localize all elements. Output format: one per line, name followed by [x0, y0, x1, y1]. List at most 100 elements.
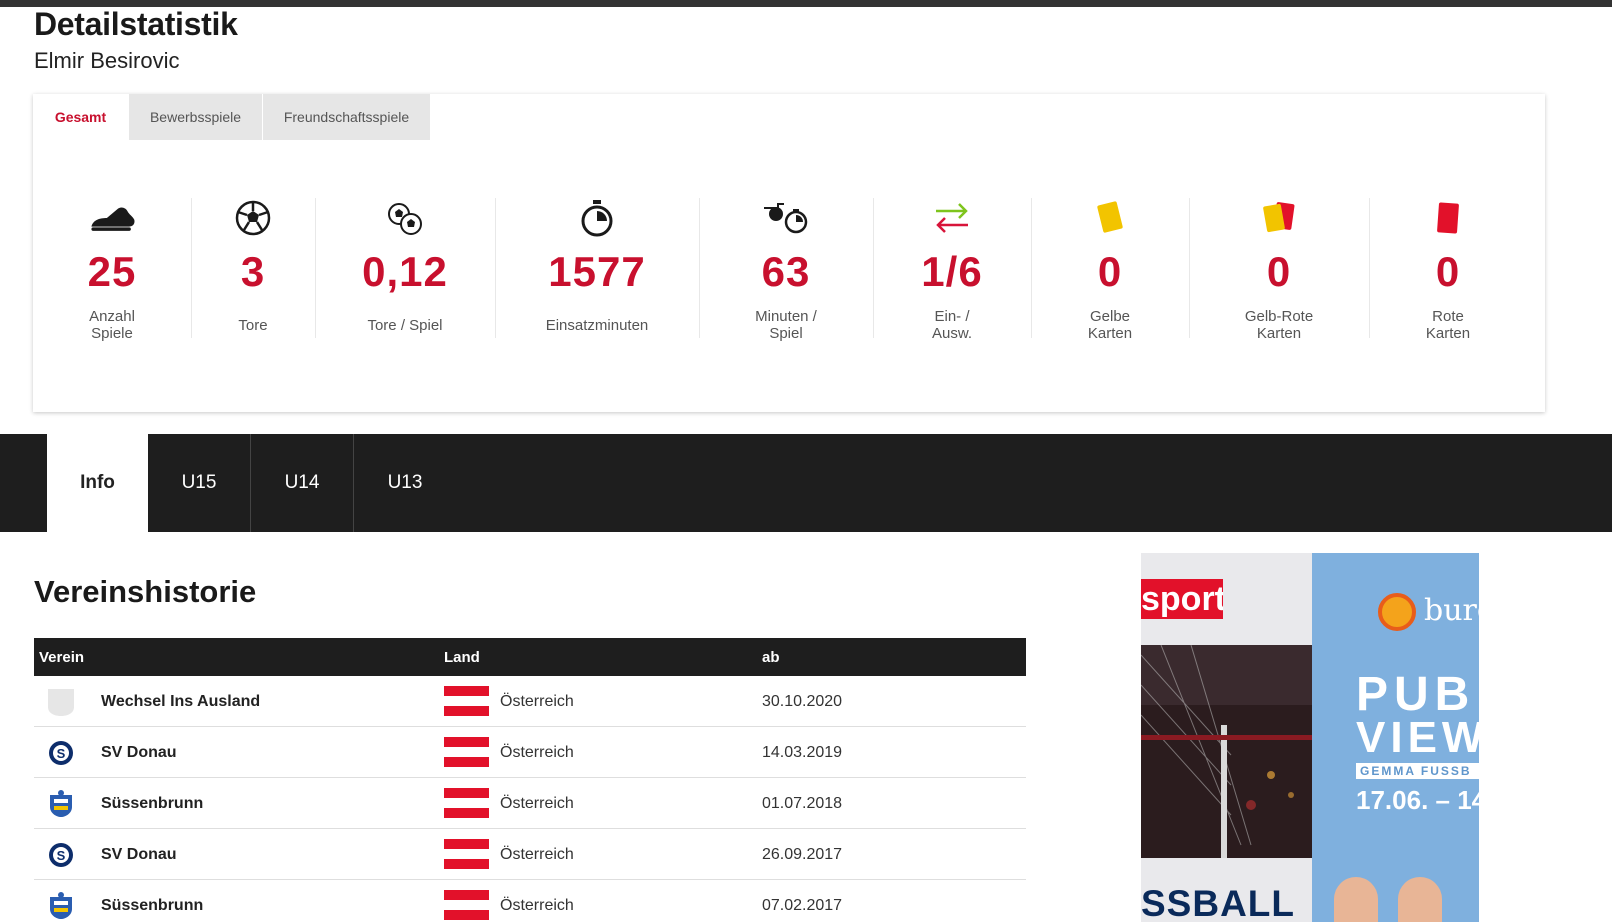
tab-bewerbsspiele[interactable]: Bewerbsspiele	[129, 94, 263, 140]
stat-yellow-red-cards: 0 Gelb-Rote Karten	[1189, 186, 1369, 356]
club-name[interactable]: Süssenbrunn	[101, 795, 203, 813]
table-row[interactable]: S SV Donau Österreich 14.03.2019	[34, 727, 1026, 778]
ball-icon	[229, 196, 277, 240]
stat-minutes-per-game: 63 Minuten / Spiel	[699, 186, 873, 356]
tab-u14[interactable]: U14	[251, 434, 353, 532]
ad-dates: 17.06. – 14	[1356, 785, 1479, 815]
join-date: 14.03.2019	[762, 744, 843, 761]
player-name: Elmir Besirovic	[34, 48, 180, 73]
stat-label: Tore / Spiel	[367, 317, 443, 334]
stat-value: 3	[240, 248, 266, 295]
blank-crest-icon	[46, 687, 76, 717]
sun-logo-icon	[1378, 593, 1416, 631]
svg-text:S: S	[57, 848, 66, 863]
austria-flag-icon	[444, 788, 489, 818]
stats-row: 25 Anzahl Spiele 3 Tore 0,12 Tore / Spie…	[33, 186, 1545, 356]
tab-u15[interactable]: U15	[148, 434, 250, 532]
country-name: Österreich	[500, 744, 574, 761]
section-title: Vereinshistorie	[34, 574, 257, 609]
stat-value: 25	[87, 248, 137, 295]
country-name: Österreich	[500, 897, 574, 914]
stat-minutes: 1577 Einsatzminuten	[495, 186, 699, 356]
club-name[interactable]: Wechsel Ins Ausland	[101, 693, 260, 711]
ad-bottom-text: SSBALL	[1141, 883, 1295, 922]
sv-donau-crest-icon: S	[46, 738, 76, 768]
stat-value: 63	[761, 248, 811, 295]
tab-info[interactable]: Info	[47, 434, 148, 532]
stat-games: 25 Anzahl Spiele	[33, 186, 191, 356]
stat-goals: 3 Tore	[191, 186, 315, 356]
ad-brand-label: sport	[1141, 579, 1223, 619]
player-nav: Info U15 U14 U13	[0, 434, 1612, 532]
stat-red-cards: 0 Rote Karten	[1369, 186, 1527, 356]
austria-flag-icon	[444, 839, 489, 869]
ad-left-panel: sport SSBALL	[1141, 553, 1312, 922]
suessenbrunn-crest-icon	[46, 891, 76, 921]
column-header-date: ab	[762, 649, 780, 666]
stats-tabs: Gesamt Bewerbsspiele Freundschaftsspiele	[33, 94, 431, 140]
ad-right-panel: burg PUB VIEW GEMMA FUSSB 17.06. – 14	[1312, 553, 1479, 922]
balls-icon	[381, 196, 429, 240]
red-card-icon	[1424, 196, 1472, 240]
stat-label: Tore	[238, 317, 268, 334]
table-row[interactable]: Süssenbrunn Österreich 01.07.2018	[34, 778, 1026, 829]
boot-icon	[88, 196, 136, 240]
join-date: 01.07.2018	[762, 795, 843, 812]
svg-text:S: S	[57, 746, 66, 761]
person-photo	[1398, 877, 1442, 922]
austria-flag-icon	[444, 686, 489, 716]
stat-label: Rote Karten	[1425, 308, 1471, 342]
ad-headline-2: VIEW	[1356, 713, 1479, 762]
stat-value: 0	[1435, 248, 1461, 295]
tab-gesamt[interactable]: Gesamt	[33, 94, 129, 140]
suessenbrunn-crest-icon	[46, 789, 76, 819]
country-name: Österreich	[500, 795, 574, 812]
stat-value: 0,12	[362, 248, 448, 295]
table-row[interactable]: S SV Donau Österreich 26.09.2017	[34, 829, 1026, 880]
table-header: Verein Land ab	[34, 638, 1026, 676]
stat-label: Anzahl Spiele	[89, 308, 135, 342]
stat-label: Einsatzminuten	[545, 317, 649, 334]
stat-value: 0	[1266, 248, 1292, 295]
tab-freundschaftsspiele[interactable]: Freundschaftsspiele	[263, 94, 431, 140]
person-photo	[1334, 877, 1378, 922]
ad-tagline: GEMMA FUSSB	[1356, 763, 1479, 779]
column-header-club: Verein	[39, 649, 85, 666]
country-name: Österreich	[500, 846, 574, 863]
table-row[interactable]: Wechsel Ins Ausland Österreich 30.10.202…	[34, 676, 1026, 727]
stadium-image	[1141, 645, 1312, 858]
yellow-card-icon	[1086, 196, 1134, 240]
stat-value: 1/6	[921, 248, 983, 295]
stat-value: 0	[1097, 248, 1123, 295]
country-name: Österreich	[500, 693, 574, 710]
ad-brand-name: burg	[1424, 593, 1479, 628]
stat-value: 1577	[548, 248, 646, 295]
whistle-stopwatch-icon	[762, 196, 810, 240]
substitution-arrows-icon	[928, 196, 976, 240]
club-history-table: Verein Land ab Wechsel Ins Ausland Öster…	[34, 638, 1026, 922]
join-date: 26.09.2017	[762, 846, 843, 863]
stat-label: Minuten / Spiel	[755, 308, 817, 342]
advertisement-banner[interactable]: sport SSBALL burg PUB VIEW GEMMA FUSSB 1…	[1141, 553, 1479, 922]
stat-label: Ein- / Ausw.	[931, 308, 973, 342]
tab-u13[interactable]: U13	[354, 434, 456, 532]
stat-label: Gelbe Karten	[1087, 308, 1133, 342]
join-date: 07.02.2017	[762, 897, 843, 914]
stat-label: Gelb-Rote Karten	[1244, 308, 1314, 342]
club-name[interactable]: Süssenbrunn	[101, 897, 203, 915]
stats-card: Gesamt Bewerbsspiele Freundschaftsspiele…	[33, 94, 1545, 412]
sv-donau-crest-icon: S	[46, 840, 76, 870]
stat-yellow-cards: 0 Gelbe Karten	[1031, 186, 1189, 356]
club-name[interactable]: SV Donau	[101, 744, 177, 762]
stopwatch-icon	[573, 196, 621, 240]
join-date: 30.10.2020	[762, 693, 843, 710]
page-title: Detailstatistik	[34, 6, 238, 42]
yellow-red-card-icon	[1255, 196, 1303, 240]
column-header-country: Land	[444, 649, 480, 666]
table-row[interactable]: Süssenbrunn Österreich 07.02.2017	[34, 880, 1026, 922]
top-bar	[0, 0, 1612, 7]
stat-substitutions: 1/6 Ein- / Ausw.	[873, 186, 1031, 356]
austria-flag-icon	[444, 737, 489, 767]
stat-goals-per-game: 0,12 Tore / Spiel	[315, 186, 495, 356]
club-name[interactable]: SV Donau	[101, 846, 177, 864]
